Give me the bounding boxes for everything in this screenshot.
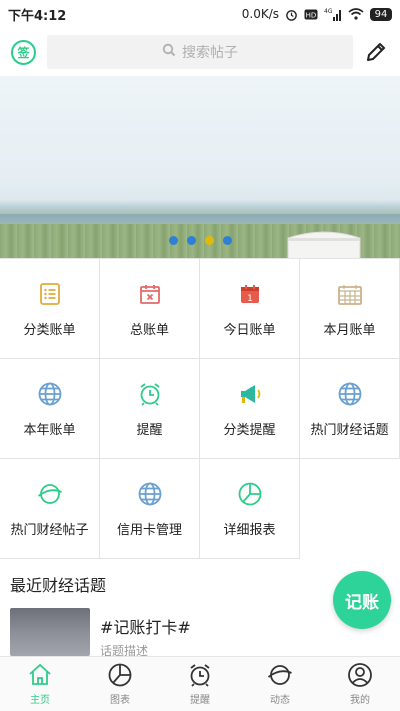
- banner-sea: [0, 214, 400, 224]
- tab-label: 我的: [350, 695, 370, 706]
- topic-description: 话题描述: [100, 644, 149, 656]
- tab-item[interactable]: 主页: [0, 657, 80, 711]
- globe-icon: [337, 381, 363, 407]
- add-record-button[interactable]: 记账: [333, 571, 391, 629]
- pencil-icon: [367, 43, 385, 61]
- search-input[interactable]: 搜索帖子: [47, 35, 353, 69]
- tab-label: 动态: [270, 695, 290, 706]
- search-placeholder: 搜索帖子: [182, 45, 238, 61]
- alarm-clock-icon: [187, 662, 213, 688]
- wifi-icon: [348, 8, 364, 20]
- battery-level: 94: [370, 7, 392, 21]
- grid-item[interactable]: 本年账单: [0, 359, 100, 459]
- carousel-dot[interactable]: [222, 236, 232, 245]
- grid-item[interactable]: 分类提醒: [200, 359, 300, 459]
- carousel-dot[interactable]: [168, 236, 178, 245]
- top-bar: 签 搜索帖子: [0, 28, 400, 76]
- tab-item[interactable]: 动态: [240, 657, 320, 711]
- svg-text:HD: HD: [306, 11, 317, 19]
- calendar-day-icon: 1: [237, 281, 263, 307]
- search-icon: [162, 43, 176, 61]
- tab-label: 提醒: [190, 695, 210, 706]
- user-icon: [347, 662, 373, 688]
- globe-icon: [37, 381, 63, 407]
- grid-item[interactable]: 总账单: [100, 259, 200, 359]
- grid-item-label: 详细报表: [223, 523, 276, 538]
- carousel-dot[interactable]: [186, 236, 196, 245]
- planet-icon: [37, 481, 63, 507]
- globe-icon: [137, 481, 163, 507]
- grid-item-label: 热门财经帖子: [10, 523, 89, 538]
- grid-item[interactable]: 详细报表: [200, 459, 300, 559]
- grid-item[interactable]: 分类账单: [0, 259, 100, 359]
- grid-item-label: 本月账单: [323, 323, 376, 338]
- grid-item-label: 分类账单: [23, 323, 76, 338]
- status-time: 下午4:12: [8, 8, 67, 24]
- grid-item-label: 总账单: [129, 323, 169, 338]
- grid-item-label: 热门财经话题: [310, 423, 389, 438]
- grid-item-label: 今日账单: [223, 323, 276, 338]
- grid-item-label: 信用卡管理: [116, 523, 182, 538]
- status-right: 0.0K/s HD 4G 94: [242, 7, 392, 21]
- cell-signal-icon: 4G: [324, 8, 342, 21]
- feature-grid: 分类账单 总账单 1 今日账单 本月账单本年账单 提醒 分类提醒 热门财经话题热门财经帖子 信用…: [0, 258, 400, 559]
- tab-item[interactable]: 我的: [320, 657, 400, 711]
- grid-item-label: 提醒: [136, 423, 163, 438]
- svg-text:1: 1: [247, 294, 253, 304]
- pie-chart-icon: [107, 662, 133, 688]
- svg-text:4G: 4G: [324, 8, 333, 15]
- home-icon: [27, 662, 53, 688]
- carousel-indicators: [0, 236, 400, 245]
- status-bar: 下午4:12 0.0K/s HD 4G 94: [0, 0, 400, 28]
- tab-item[interactable]: 图表: [80, 657, 160, 711]
- tab-label: 图表: [110, 695, 130, 706]
- carousel-dot[interactable]: [204, 236, 214, 245]
- list-icon: [37, 281, 63, 307]
- calendar-x-icon: [137, 281, 163, 307]
- calendar-grid-icon: [337, 281, 363, 307]
- grid-item[interactable]: 热门财经话题: [300, 359, 400, 459]
- section-title: 最近财经话题: [10, 576, 107, 595]
- pie-chart-icon: [237, 481, 263, 507]
- compose-button[interactable]: [364, 40, 388, 64]
- banner-carousel[interactable]: [0, 76, 400, 258]
- topic-title: #记账打卡#: [100, 618, 191, 637]
- tab-item[interactable]: 提醒: [160, 657, 240, 711]
- network-speed: 0.0K/s: [241, 7, 279, 21]
- tab-label: 主页: [30, 695, 50, 706]
- megaphone-icon: [237, 381, 263, 407]
- grid-item[interactable]: 热门财经帖子: [0, 459, 100, 559]
- grid-item-label: 本年账单: [23, 423, 76, 438]
- alarm-status-icon: [285, 8, 298, 21]
- planet-icon: [267, 662, 293, 688]
- grid-item[interactable]: 本月账单: [300, 259, 400, 359]
- alarm-clock-icon: [137, 381, 163, 407]
- grid-item[interactable]: 1 今日账单: [200, 259, 300, 359]
- grid-item-label: 分类提醒: [223, 423, 276, 438]
- hd-status-icon: HD: [304, 9, 318, 20]
- sign-in-button[interactable]: 签: [11, 40, 36, 65]
- grid-item[interactable]: 信用卡管理: [100, 459, 200, 559]
- topic-thumbnail: [10, 608, 90, 656]
- bottom-tab-bar: 主页 图表 提醒 动态 我的: [0, 656, 400, 711]
- grid-item[interactable]: 提醒: [100, 359, 200, 459]
